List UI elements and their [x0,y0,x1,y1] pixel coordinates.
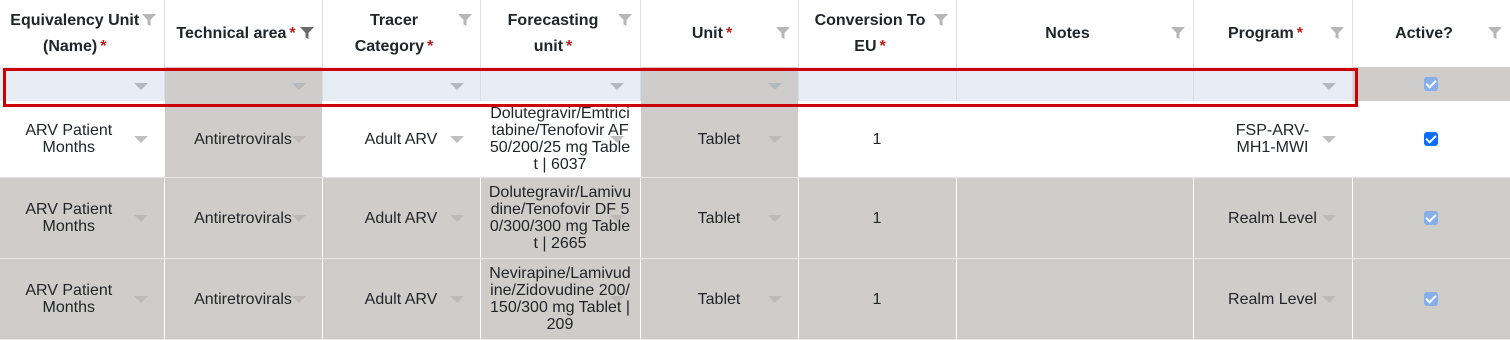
dropdown-arrow-icon [449,215,464,222]
dropdown-arrow-icon [133,296,148,303]
conversion-cell[interactable]: 1 [798,101,957,178]
program-cell: Realm Level [1193,177,1353,259]
dropdown-arrow-icon[interactable] [449,136,464,143]
new-conversion-cell[interactable] [798,67,957,101]
equivalency-units-table: Equivalency Unit (Name) * Technical area *… [0,0,1510,340]
new-tracer-category-cell[interactable] [322,67,481,101]
header-unit[interactable]: Unit * [640,0,799,67]
new-active-cell [1352,67,1510,101]
forecasting-unit-cell: Dolutegravir/Lamivudine/Tenofovir DF 50/… [480,177,641,259]
active-cell [1352,258,1510,340]
new-technical-area-cell [164,67,323,101]
equivalency-unit-cell: ARV Patient Months [0,258,165,340]
program-cell[interactable]: FSP-ARV-MH1-MWI [1193,101,1353,178]
technical-area-cell: Antiretrovirals [164,258,323,340]
table-row: ARV Patient Months Antiretrovirals Adult… [0,177,1510,259]
unit-cell: Tablet [640,177,799,259]
filter-icon[interactable] [617,12,633,28]
new-row [0,67,1510,101]
dropdown-arrow-icon [449,296,464,303]
table-row: ARV Patient Months Antiretrovirals Adult… [0,258,1510,340]
filter-icon[interactable] [1170,25,1186,41]
dropdown-arrow-icon[interactable] [133,136,148,143]
header-row: Equivalency Unit (Name) * Technical area *… [0,0,1510,67]
header-equivalency-unit[interactable]: Equivalency Unit (Name) * [0,0,165,67]
header-forecasting-unit[interactable]: Forecasting unit * [480,0,641,67]
dropdown-arrow-icon [767,215,782,222]
dropdown-arrow-icon [767,296,782,303]
header-conversion-to-eu[interactable]: Conversion To EU * [798,0,957,67]
header-tracer-category[interactable]: Tracer Category * [322,0,481,67]
dropdown-arrow-icon [291,136,306,143]
equivalency-unit-cell: ARV Patient Months [0,177,165,259]
tracer-category-cell: Adult ARV [322,177,481,259]
dropdown-arrow-icon[interactable] [133,83,148,90]
new-forecasting-unit-cell[interactable] [480,67,641,101]
dropdown-arrow-icon [1321,215,1336,222]
tracer-category-cell: Adult ARV [322,258,481,340]
filter-icon[interactable] [1487,25,1503,41]
equivalency-unit-cell[interactable]: ARV Patient Months [0,101,165,178]
new-equivalency-unit-cell[interactable] [0,67,165,101]
header-program[interactable]: Program * [1193,0,1353,67]
header-active[interactable]: Active? [1352,0,1510,67]
dropdown-arrow-icon [291,83,306,90]
dropdown-arrow-icon[interactable] [1321,83,1336,90]
dropdown-arrow-icon [291,215,306,222]
filter-icon[interactable] [141,12,157,28]
dropdown-arrow-icon [767,83,782,90]
unit-cell: Tablet [640,101,799,178]
notes-cell [956,258,1194,340]
unit-cell: Tablet [640,258,799,340]
checkbox-icon [1424,211,1438,226]
forecasting-unit-cell[interactable]: Dolutegravir/Emtricitabine/Tenofovir AF … [480,101,641,178]
checkbox-icon[interactable] [1424,132,1438,147]
new-notes-cell[interactable] [956,67,1194,101]
filter-icon[interactable] [933,12,949,28]
notes-cell [956,177,1194,259]
dropdown-arrow-icon [767,136,782,143]
header-technical-area[interactable]: Technical area * [164,0,323,67]
conversion-cell: 1 [798,177,957,259]
dropdown-arrow-icon[interactable] [609,136,624,143]
dropdown-arrow-icon [609,296,624,303]
new-program-cell[interactable] [1193,67,1353,101]
dropdown-arrow-icon[interactable] [609,83,624,90]
table-row: ARV Patient Months Antiretrovirals Adult… [0,101,1510,178]
filter-icon[interactable] [299,25,315,41]
checkbox-icon [1424,77,1438,92]
filter-icon[interactable] [775,25,791,41]
header-notes[interactable]: Notes [956,0,1194,67]
active-cell[interactable] [1352,101,1510,178]
filter-icon[interactable] [1329,25,1345,41]
technical-area-cell: Antiretrovirals [164,177,323,259]
program-cell: Realm Level [1193,258,1353,340]
dropdown-arrow-icon [1321,296,1336,303]
checkbox-icon [1424,292,1438,307]
technical-area-cell: Antiretrovirals [164,101,323,178]
dropdown-arrow-icon [133,215,148,222]
dropdown-arrow-icon [609,215,624,222]
conversion-cell: 1 [798,258,957,340]
active-cell [1352,177,1510,259]
dropdown-arrow-icon [291,296,306,303]
filter-icon[interactable] [457,12,473,28]
forecasting-unit-cell: Nevirapine/Lamivudine/Zidovudine 200/150… [480,258,641,340]
new-unit-cell [640,67,799,101]
dropdown-arrow-icon[interactable] [1321,136,1336,143]
notes-cell[interactable] [956,101,1194,178]
tracer-category-cell[interactable]: Adult ARV [322,101,481,178]
dropdown-arrow-icon[interactable] [449,83,464,90]
